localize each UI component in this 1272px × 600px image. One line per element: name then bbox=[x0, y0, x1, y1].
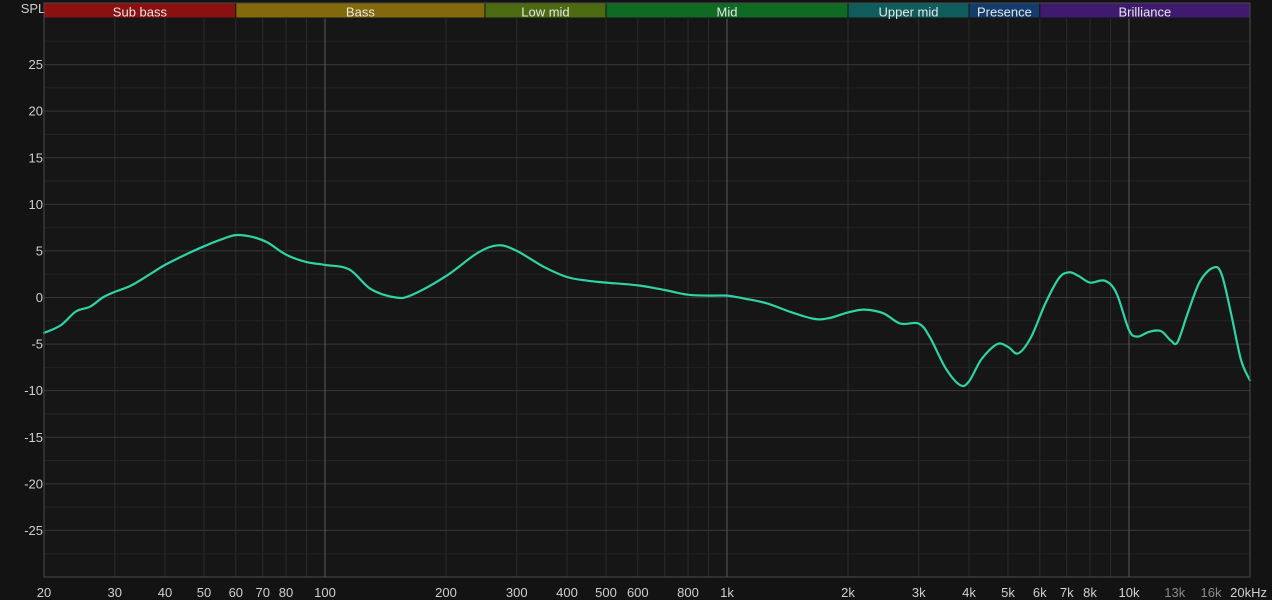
x-tick-label: 80 bbox=[279, 585, 293, 600]
band-label: Mid bbox=[717, 5, 738, 20]
x-tick-label: 500 bbox=[595, 585, 617, 600]
y-tick-label: -5 bbox=[31, 337, 43, 352]
x-tick-label: 50 bbox=[197, 585, 211, 600]
y-tick-label: 0 bbox=[36, 290, 43, 305]
x-tick-label: 8k bbox=[1083, 585, 1097, 600]
band-label: Brilliance bbox=[1119, 5, 1172, 20]
x-tick-label: 1k bbox=[720, 585, 734, 600]
x-tick-label: 5k bbox=[1001, 585, 1015, 600]
band-label: Sub bass bbox=[113, 5, 168, 20]
y-tick-label: 20 bbox=[29, 104, 43, 119]
y-tick-label: -10 bbox=[24, 383, 43, 398]
y-tick-label: 10 bbox=[29, 197, 43, 212]
band-label: Low mid bbox=[521, 5, 569, 20]
band-label: Presence bbox=[977, 5, 1032, 20]
frequency-response-chart: Sub bass Bass Low mid Mid Upper mid Presence B… bbox=[0, 0, 1272, 600]
x-tick-label: 3k bbox=[912, 585, 926, 600]
x-tick-label: 400 bbox=[556, 585, 578, 600]
x-tick-label: 4k bbox=[962, 585, 976, 600]
y-axis-label: SPL bbox=[21, 1, 46, 16]
y-tick-label: -15 bbox=[24, 430, 43, 445]
x-tick-label: 800 bbox=[677, 585, 699, 600]
x-tick-label: 200 bbox=[435, 585, 457, 600]
band-label: Bass bbox=[346, 5, 375, 20]
band-label: Upper mid bbox=[879, 5, 939, 20]
x-tick-label: 600 bbox=[627, 585, 649, 600]
y-tick-label: 25 bbox=[29, 57, 43, 72]
frequency-band-bar: Sub bass Bass Low mid Mid Upper mid Presence B… bbox=[43, 2, 1251, 20]
x-tick-label: 70 bbox=[255, 585, 269, 600]
x-tick-label: 7k bbox=[1060, 585, 1074, 600]
y-tick-label: -25 bbox=[24, 523, 43, 538]
x-tick-label: 16k bbox=[1201, 585, 1222, 600]
x-tick-label: 2k bbox=[841, 585, 855, 600]
y-tick-label: 15 bbox=[29, 150, 43, 165]
y-tick-label: 5 bbox=[36, 243, 43, 258]
x-tick-label: 60 bbox=[229, 585, 243, 600]
x-tick-label: 30 bbox=[108, 585, 122, 600]
x-tick-label: 300 bbox=[506, 585, 528, 600]
y-tick-label: -20 bbox=[24, 476, 43, 491]
x-tick-label: 13k bbox=[1164, 585, 1185, 600]
x-tick-label: 40 bbox=[158, 585, 172, 600]
x-tick-label: 10k bbox=[1119, 585, 1140, 600]
x-tick-label: 20kHz bbox=[1230, 585, 1267, 600]
x-tick-label: 100 bbox=[314, 585, 336, 600]
x-tick-label: 6k bbox=[1033, 585, 1047, 600]
x-tick-label: 20 bbox=[37, 585, 51, 600]
